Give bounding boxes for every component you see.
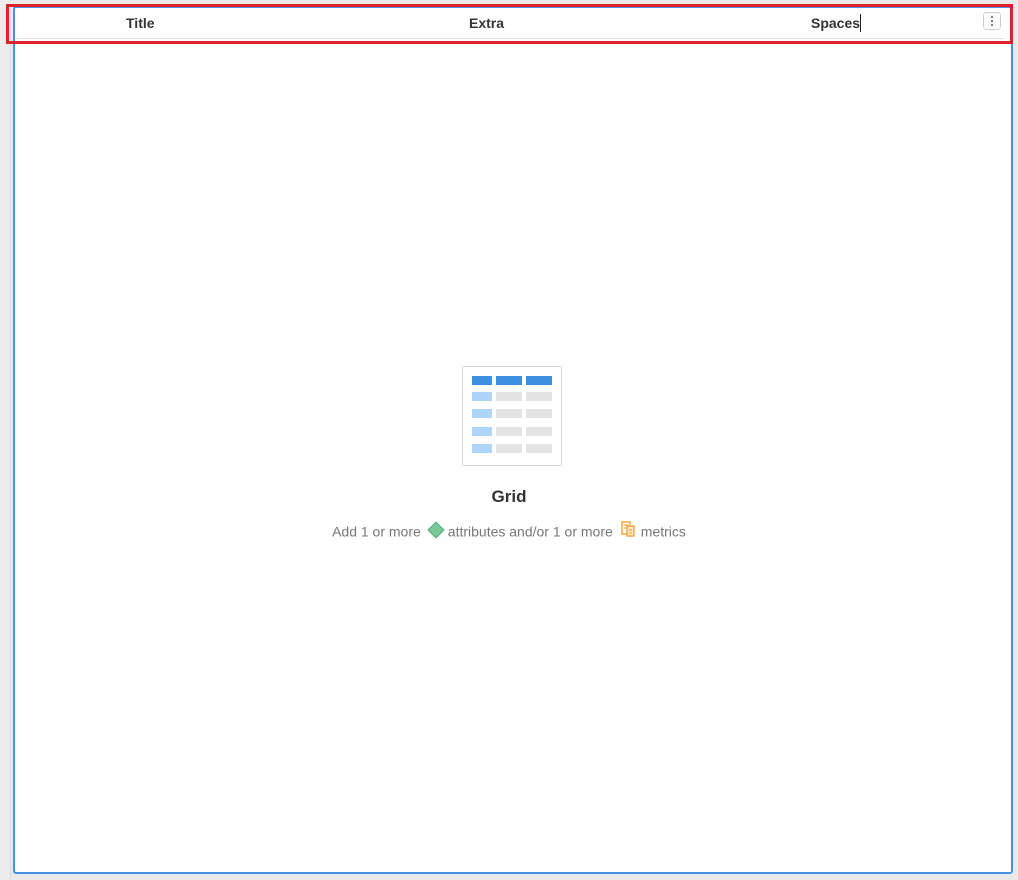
vertical-ellipsis-icon xyxy=(991,20,993,22)
metric-icon xyxy=(621,521,635,537)
column-title-extra[interactable]: Extra xyxy=(469,15,504,31)
vertical-ellipsis-icon xyxy=(991,24,993,26)
grid-table-icon xyxy=(462,366,562,466)
column-title-label: Spaces xyxy=(811,15,861,31)
grid-header-row: Title Extra Spaces xyxy=(16,9,1004,39)
more-options-button[interactable] xyxy=(983,12,1001,30)
column-title-spaces[interactable]: Spaces xyxy=(811,14,862,33)
text-cursor xyxy=(860,14,862,33)
left-rail xyxy=(0,0,11,880)
column-title-label: Extra xyxy=(469,15,505,31)
attribute-diamond-icon xyxy=(427,521,445,539)
empty-state-title: Grid xyxy=(491,487,527,506)
empty-state-description: Add 1 or more attributes and/or 1 or more… xyxy=(0,521,1018,540)
vertical-ellipsis-icon xyxy=(991,16,993,18)
desc-middle: attributes and/or 1 or more xyxy=(447,523,613,540)
desc-prefix: Add 1 or more xyxy=(332,523,421,540)
column-title-label: Title xyxy=(126,15,155,31)
column-title-title[interactable]: Title xyxy=(126,15,155,31)
canvas: Title Extra Spaces Grid Add 1 or more at… xyxy=(0,0,1018,880)
desc-suffix: metrics xyxy=(640,523,686,540)
